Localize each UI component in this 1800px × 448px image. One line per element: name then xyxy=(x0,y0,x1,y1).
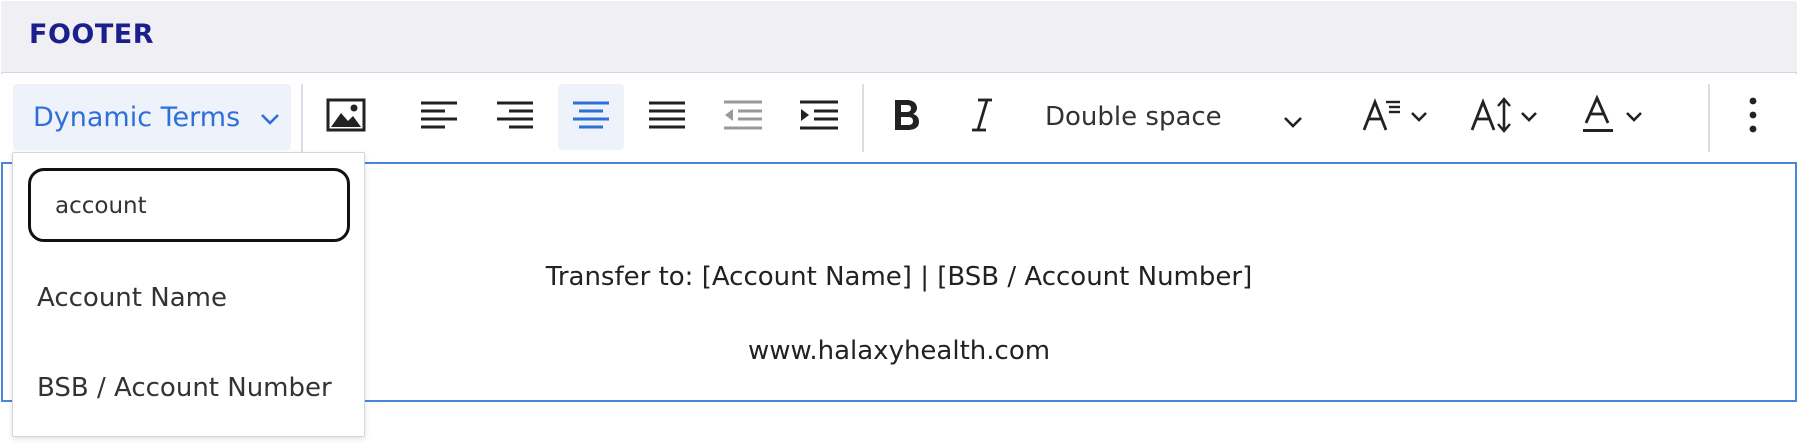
bold-icon xyxy=(890,97,922,137)
align-right-button[interactable] xyxy=(482,84,548,150)
term-search-box[interactable] xyxy=(28,168,350,242)
image-icon xyxy=(326,98,366,136)
toolbar-divider xyxy=(862,84,864,152)
indent-button[interactable] xyxy=(786,84,852,150)
more-options-button[interactable] xyxy=(1731,84,1775,150)
line-spacing-select[interactable]: Double space xyxy=(1031,84,1321,150)
dynamic-terms-label: Dynamic Terms xyxy=(33,101,241,133)
chevron-down-icon xyxy=(1625,108,1643,127)
dropdown-item-account-name[interactable]: Account Name xyxy=(37,283,227,313)
outdent-button[interactable] xyxy=(710,84,776,150)
toolbar-divider xyxy=(301,84,303,152)
italic-icon xyxy=(968,97,996,137)
line-spacing-value: Double space xyxy=(1045,102,1222,132)
align-left-button[interactable] xyxy=(406,84,472,150)
term-search-input[interactable] xyxy=(55,189,315,223)
align-justify-button[interactable] xyxy=(634,84,700,150)
chevron-down-icon xyxy=(1520,108,1538,127)
section-title: FOOTER xyxy=(29,19,155,50)
align-center-button[interactable] xyxy=(558,84,624,150)
align-center-icon xyxy=(571,99,611,135)
section-header: FOOTER xyxy=(1,1,1797,73)
dropdown-item-bsb-account-number[interactable]: BSB / Account Number xyxy=(37,373,332,403)
more-vertical-icon xyxy=(1749,97,1757,137)
italic-button[interactable] xyxy=(949,84,1015,150)
toolbar-divider xyxy=(1708,84,1710,152)
text-color-icon xyxy=(1581,94,1617,139)
insert-image-button[interactable] xyxy=(313,84,379,150)
align-justify-icon xyxy=(647,99,687,135)
text-color-button[interactable] xyxy=(1569,84,1655,150)
line-height-button[interactable] xyxy=(1461,84,1547,150)
chevron-down-icon xyxy=(1410,108,1428,127)
dynamic-terms-button[interactable]: Dynamic Terms xyxy=(13,84,291,150)
font-size-icon xyxy=(1362,96,1402,138)
align-left-icon xyxy=(419,99,459,135)
chevron-down-icon xyxy=(260,102,280,133)
editor-toolbar: Dynamic Terms Double space xyxy=(1,74,1797,162)
font-size-button[interactable] xyxy=(1353,84,1437,150)
indent-icon xyxy=(798,99,840,135)
align-right-icon xyxy=(495,99,535,135)
dynamic-terms-dropdown: Account Name BSB / Account Number xyxy=(12,152,365,437)
line-height-icon xyxy=(1470,96,1514,138)
chevron-down-icon xyxy=(1283,106,1303,136)
outdent-icon xyxy=(722,99,764,135)
bold-button[interactable] xyxy=(873,84,939,150)
